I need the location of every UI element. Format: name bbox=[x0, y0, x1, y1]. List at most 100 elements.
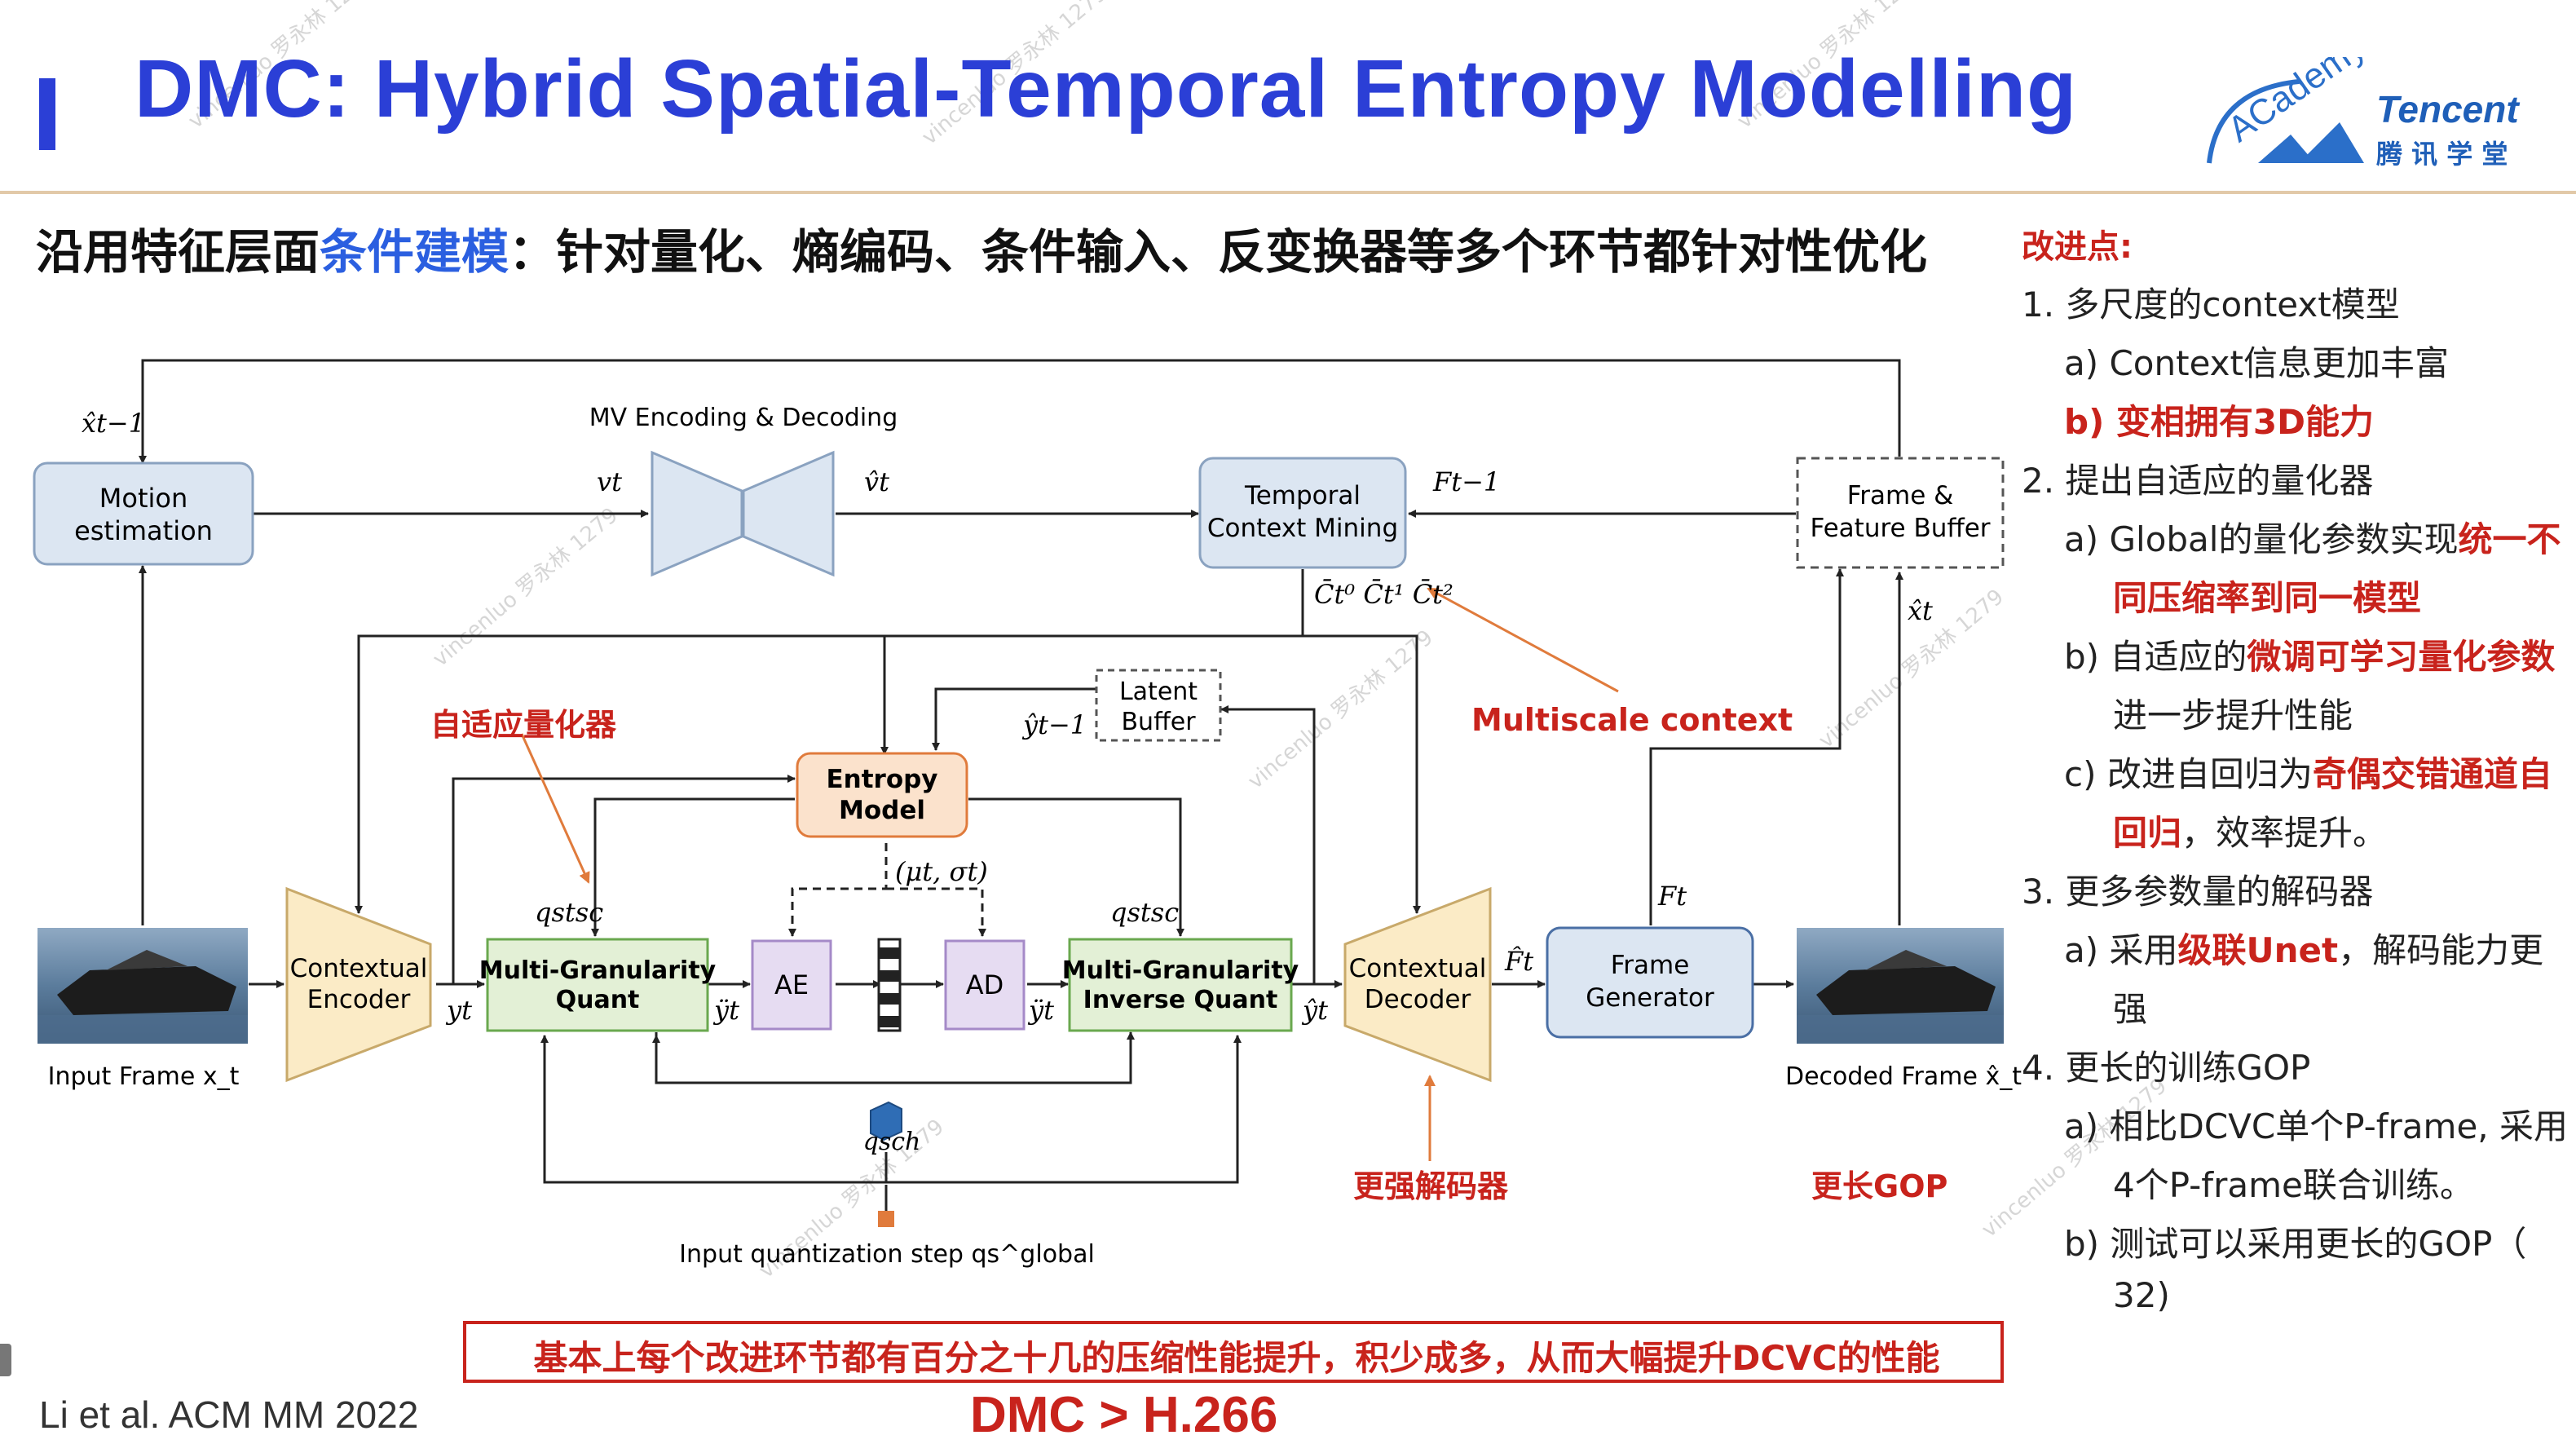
note-4a-cont: 4个P-frame联合训练。 bbox=[2113, 1165, 2474, 1205]
annotation-arrows bbox=[520, 587, 1619, 1161]
entropy-label-1: Entropy bbox=[826, 765, 937, 794]
motion-estimation-label-2: estimation bbox=[74, 515, 213, 546]
note-2c-red: 奇偶交错通道自 bbox=[2312, 754, 2552, 794]
note-2c: c) 改进自回归为奇偶交错通道自 bbox=[2064, 747, 2552, 797]
mg-quant-label-2: Quant bbox=[556, 986, 640, 1014]
annotation-multiscale-context: Multiscale context bbox=[1471, 702, 1793, 738]
note-2a-cont-text: 同压缩率到同一模型 bbox=[2113, 578, 2422, 618]
qs-channel-icon: qsch bbox=[863, 1101, 921, 1156]
sym-yhat-prev: ŷt−1 bbox=[1021, 709, 1087, 740]
sym-yt: yt bbox=[445, 995, 472, 1026]
sym-fhat: F̂t bbox=[1504, 946, 1533, 977]
qs-ch-label: qsch bbox=[863, 1128, 921, 1156]
fg-label-2: Generator bbox=[1586, 983, 1714, 1013]
decoded-frame-label: Decoded Frame x̂_t bbox=[1785, 1062, 2022, 1091]
ctx-encoder-label-2: Encoder bbox=[307, 985, 411, 1014]
note-4b-cont: 32) bbox=[2113, 1275, 2170, 1315]
subtitle-suffix: ：针对量化、熵编码、条件输入、反变换器等多个环节都针对性优化 bbox=[509, 224, 1928, 280]
annotation-longer-gop: 更长GOP bbox=[1811, 1168, 1947, 1204]
ad-label: AD bbox=[966, 969, 1004, 1000]
input-frame-label: Input Frame x_t bbox=[48, 1062, 240, 1091]
mg-quant-label-1: Multi-Granularity bbox=[479, 956, 717, 985]
result-headline: DMC > H.266 bbox=[970, 1387, 1278, 1443]
temporal-label-1: Temporal bbox=[1244, 481, 1361, 510]
frame-generator-block: Frame Generator bbox=[1546, 926, 1754, 1039]
summary-box: 基本上每个改进环节都有百分之十几的压缩性能提升，积少成多，从而大幅提升DCVC的… bbox=[463, 1321, 2004, 1383]
note-3a-cont: 强 bbox=[2113, 989, 2148, 1029]
note-3a-pre: a) 采用 bbox=[2064, 930, 2178, 970]
buffer-label-2: Feature Buffer bbox=[1810, 514, 1990, 543]
latent-label-2: Buffer bbox=[1121, 708, 1196, 736]
sym-xhat: x̂t bbox=[1908, 595, 1933, 626]
tencent-academy-logo: ACademy Tencent 腾 讯 学 堂 bbox=[2201, 27, 2560, 179]
input-frame-image bbox=[37, 928, 248, 1044]
subtitle-prefix: 沿用特征层面 bbox=[36, 224, 320, 280]
note-2a: a) Global的量化参数实现统一不 bbox=[2064, 512, 2561, 562]
frame-feature-buffer-block: Frame & Feature Buffer bbox=[1796, 457, 2005, 569]
fg-label-1: Frame bbox=[1611, 951, 1690, 980]
sym-ydd-left: ÿt bbox=[712, 995, 739, 1026]
note-4: 4. 更长的训练GOP bbox=[2022, 1048, 2311, 1088]
note-1b: b) 变相拥有3D能力 bbox=[2064, 395, 2374, 444]
decoded-frame-image bbox=[1797, 928, 2004, 1044]
ctx-decoder-label-1: Contextual bbox=[1349, 954, 1487, 983]
note-2c-cont-red: 回归 bbox=[2113, 813, 2182, 853]
ctx-encoder-label-1: Contextual bbox=[290, 954, 428, 983]
architecture-diagram: Motion estimation MV Encoding & Decoding… bbox=[33, 359, 2022, 1269]
note-2b-pre: b) 自适应的 bbox=[2064, 637, 2247, 677]
latent-buffer-block: Latent Buffer bbox=[1095, 669, 1222, 742]
mg-iquant-label-2: Inverse Quant bbox=[1083, 986, 1278, 1014]
annotation-adaptive-quantizer: 自适应量化器 bbox=[430, 707, 617, 743]
mv-codec-label: MV Encoding & Decoding bbox=[589, 404, 898, 432]
note-4b: b) 测试可以采用更长的GOP（ bbox=[2064, 1224, 2527, 1264]
logo-brand-text: Tencent bbox=[2376, 88, 2520, 130]
note-1b-text: b) 变相拥有3D能力 bbox=[2064, 402, 2374, 442]
note-2a-pre: a) Global的量化参数实现 bbox=[2064, 519, 2459, 559]
subtitle-highlight: 条件建模 bbox=[320, 224, 509, 280]
page-title: DMC: Hybrid Spatial-Temporal Entropy Mod… bbox=[135, 43, 2078, 135]
sym-ydd-right: ÿt bbox=[1027, 995, 1054, 1026]
note-1a: a) Context信息更加丰富 bbox=[2064, 343, 2450, 383]
note-2: 2. 提出自适应的量化器 bbox=[2022, 461, 2374, 501]
sym-vt: vt bbox=[597, 466, 622, 497]
logo-academy-text: ACademy bbox=[2221, 57, 2372, 150]
side-handle[interactable] bbox=[0, 1344, 11, 1376]
bitstream-icon bbox=[877, 938, 902, 1032]
motion-estimation-block: Motion estimation bbox=[33, 461, 254, 566]
mv-codec-block: MV Encoding & Decoding bbox=[589, 404, 898, 577]
note-2b-cont: 进一步提升性能 bbox=[2113, 696, 2353, 735]
ae-label: AE bbox=[774, 969, 809, 1000]
notes-title: 改进点: bbox=[2022, 228, 2133, 266]
note-3a-red: 级联Unet bbox=[2177, 930, 2339, 970]
entropy-label-2: Model bbox=[839, 796, 925, 825]
contextual-encoder-block: Contextual Encoder bbox=[285, 886, 432, 1083]
note-2a-cont: 同压缩率到同一模型 bbox=[2113, 571, 2421, 620]
temporal-label-2: Context Mining bbox=[1207, 514, 1398, 543]
subtitle: 沿用特征层面条件建模：针对量化、熵编码、条件输入、反变换器等多个环节都针对性优化 bbox=[36, 214, 1927, 282]
latent-label-1: Latent bbox=[1119, 678, 1198, 706]
note-2c-cont: 回归，效率提升。 bbox=[2113, 806, 2387, 855]
sym-ft: Ft bbox=[1657, 881, 1687, 912]
sym-vhat: v̂t bbox=[864, 466, 889, 497]
motion-estimation-label-1: Motion bbox=[99, 483, 187, 514]
sym-yhat: ŷt bbox=[1301, 995, 1328, 1026]
sym-xhat-prev: x̂t−1 bbox=[82, 408, 145, 439]
sym-musigma: (μt, σt) bbox=[895, 856, 988, 887]
temporal-context-mining-block: Temporal Context Mining bbox=[1198, 457, 1407, 569]
ctx-decoder-label-2: Decoder bbox=[1365, 985, 1471, 1014]
mg-inverse-quant-block: Multi-Granularity Inverse Quant bbox=[1062, 938, 1299, 1032]
summary-text: 基本上每个改进环节都有百分之十几的压缩性能提升，积少成多，从而大幅提升DCVC的… bbox=[533, 1338, 1940, 1378]
mg-quant-block: Multi-Granularity Quant bbox=[479, 938, 717, 1032]
logo-cn-text: 腾 讯 学 堂 bbox=[2376, 139, 2508, 170]
input-qstep-label: Input quantization step qs^global bbox=[679, 1240, 1095, 1269]
title-marker bbox=[39, 78, 55, 150]
note-3a: a) 采用级联Unet，解码能力更 bbox=[2064, 923, 2543, 973]
ad-block: AD bbox=[944, 939, 1026, 1031]
sym-ctx: C̄t⁰ C̄t¹ C̄t² bbox=[1314, 579, 1453, 610]
logo-graphic: ACademy Tencent 腾 讯 学 堂 bbox=[2207, 27, 2520, 170]
note-1: 1. 多尺度的context模型 bbox=[2022, 285, 2400, 325]
entropy-model-block: Entropy Model bbox=[796, 752, 968, 838]
annotation-stronger-decoder: 更强解码器 bbox=[1353, 1168, 1509, 1204]
mg-iquant-label-1: Multi-Granularity bbox=[1062, 956, 1299, 985]
sym-fprev: Ft−1 bbox=[1432, 466, 1500, 497]
